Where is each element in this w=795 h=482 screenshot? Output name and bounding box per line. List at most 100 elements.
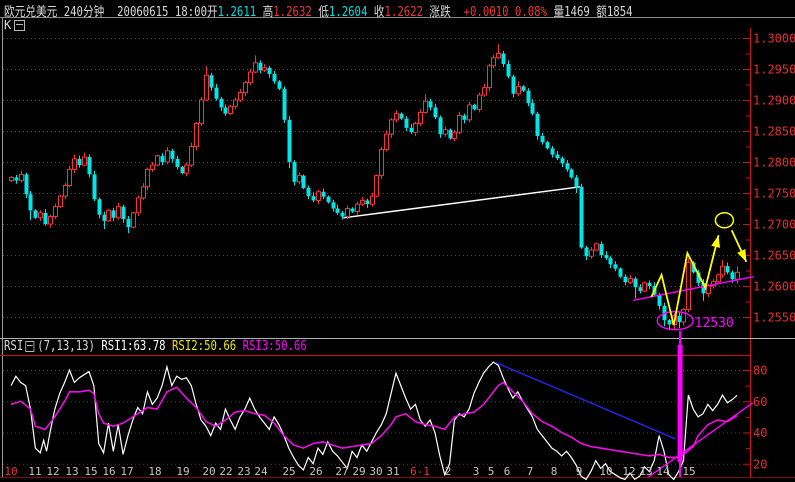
candle-body-up	[443, 129, 448, 135]
date-axis-label: 16	[102, 465, 115, 478]
date-axis-label: 14	[656, 465, 670, 478]
candle-body-down	[565, 163, 570, 170]
candle-body-up	[116, 206, 121, 219]
price-axis-label: 1.2600	[753, 280, 795, 294]
candle-body-up	[457, 115, 462, 133]
price-axis-label: 1.2650	[753, 249, 795, 263]
candle-body-down	[574, 177, 579, 187]
candle-body-down	[657, 294, 662, 306]
candle-body-up	[716, 274, 721, 283]
candle-body-up	[9, 177, 14, 182]
rsi-minimize-box[interactable]	[25, 341, 35, 352]
price-axis-label: 1.3000	[753, 32, 795, 46]
candle-body-up	[482, 87, 487, 96]
candle-body-down	[43, 212, 48, 224]
candle-body-up	[370, 195, 375, 205]
candle-body-down	[272, 73, 277, 82]
candle-body-up	[452, 131, 457, 139]
candle-body-up	[589, 249, 594, 257]
candle-body-up	[248, 71, 253, 84]
candle-body-down	[28, 194, 33, 211]
date-axis: 10 11 12 13 15 16 17 18 19 20 22 23 24 25 26 27 29 30 31 6-…	[4, 465, 695, 478]
date-axis-label: 13	[639, 465, 652, 478]
k-pane-header: K	[4, 18, 28, 32]
candle-body-down	[540, 135, 545, 143]
price-axis-label: 1.2850	[753, 125, 795, 139]
target-circle-annotation[interactable]	[714, 212, 735, 229]
candle-body-up	[58, 195, 63, 208]
date-axis-label: 17	[120, 465, 133, 478]
volume-label: 量	[553, 5, 565, 20]
candle-body-up	[384, 133, 389, 151]
candle-body-down	[175, 158, 180, 167]
candle-body-up	[735, 271, 740, 280]
candle-body-down	[501, 53, 506, 65]
candle-body-down	[623, 276, 628, 283]
candle-body-down	[633, 278, 638, 288]
candle-body-down	[365, 200, 370, 205]
date-axis-label: 20	[202, 465, 215, 478]
amount-label: 额	[596, 5, 607, 20]
date-axis-label: 11	[28, 465, 41, 478]
candle-body-down	[677, 315, 682, 322]
candle-body-up	[262, 67, 267, 71]
date-axis-label: 18	[148, 465, 161, 478]
candle-body-up	[145, 168, 150, 188]
candle-body-up	[681, 309, 686, 323]
date-axis-label: 30	[369, 465, 382, 478]
date-axis-label: 25	[282, 465, 295, 478]
close-label: 收	[373, 5, 385, 20]
change-percent: 0.08%	[514, 5, 554, 20]
candle-body-down	[725, 266, 730, 273]
candle-body-down	[292, 162, 297, 182]
quote-header: 欧元兑美元 240分钟 20060615 18:00开1.2611 高1.263…	[4, 1, 633, 20]
candle-body-down	[160, 155, 165, 162]
k-minimize-button[interactable]	[14, 19, 26, 31]
candle-body-up	[72, 158, 77, 170]
candle-body-down	[545, 142, 550, 149]
rsi-params: (7,13,13)	[37, 339, 102, 354]
candle-body-up	[106, 209, 111, 222]
candle-body-down	[638, 287, 643, 291]
date-axis-label: 15	[682, 465, 695, 478]
price-axis-label: 1.2700	[753, 218, 795, 232]
date-axis-label: 3	[473, 465, 480, 478]
candle-body-up	[316, 191, 321, 201]
rsi-signal-bar[interactable]	[677, 345, 683, 462]
candle-body-down	[530, 103, 535, 114]
candle-body-down	[258, 62, 263, 71]
candle-body-down	[599, 243, 604, 255]
candle-body-down	[448, 129, 453, 139]
candle-body-up	[184, 164, 189, 174]
candle-body-down	[404, 118, 409, 128]
close-value: 1.2622	[384, 5, 430, 20]
date-axis-label: 5	[488, 465, 495, 478]
candle-body-up	[199, 99, 204, 125]
candle-body-down	[604, 255, 609, 259]
date-axis-label: 6-1	[410, 465, 430, 478]
price-axis-label: 1.2800	[753, 156, 795, 170]
candle-body-down	[555, 154, 560, 159]
candle-body-up	[345, 208, 350, 218]
open-value: 1.2611	[217, 5, 263, 20]
volume-value: 1469	[564, 5, 597, 20]
candle-body-down	[560, 158, 565, 164]
candle-body-up	[243, 82, 248, 94]
candle-body-down	[618, 268, 623, 277]
candle-body-up	[150, 164, 155, 170]
amount-value: 1854	[606, 5, 633, 20]
candle-body-down	[667, 320, 672, 325]
candle-body-down	[569, 169, 574, 178]
candle-body-up	[394, 113, 399, 121]
candle-body-down	[472, 104, 477, 110]
chart-canvas[interactable]: 1.3000 1.2950 1.2900 1.2850 1.2800 1.2750 1.27…	[0, 0, 795, 482]
candle-body-down	[506, 64, 511, 77]
candle-body-down	[311, 196, 316, 201]
candle-body-down	[126, 219, 131, 228]
candle-body-down	[335, 208, 340, 213]
candle-body-up	[628, 278, 633, 283]
date-axis-label: 6	[504, 465, 511, 478]
candle-body-up	[194, 123, 199, 147]
price-axis-label: 1.2750	[753, 187, 795, 201]
candle-body-down	[170, 150, 175, 159]
